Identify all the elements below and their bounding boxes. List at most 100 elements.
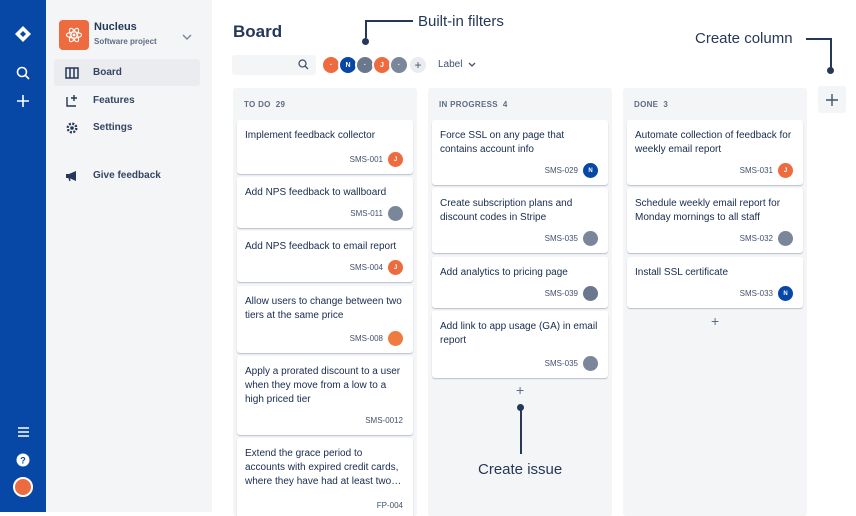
issue-card[interactable]: Extend the grace period to accounts with…: [237, 438, 413, 516]
callout-dot: [362, 38, 369, 45]
callout-line: [520, 409, 522, 454]
issue-key: SMS-032: [739, 234, 773, 243]
callout-create-issue: Create issue: [478, 461, 563, 478]
issue-title: Create subscription plans and discount c…: [440, 198, 573, 223]
page-title: Board: [233, 22, 283, 41]
issue-title: Apply a prorated discount to a user when…: [245, 366, 401, 405]
issue-key: SMS-035: [544, 359, 578, 368]
assignee-avatar[interactable]: [388, 331, 403, 346]
issue-key: SMS-011: [350, 209, 383, 218]
assignee-avatar[interactable]: J: [778, 163, 793, 178]
add-person-button[interactable]: +: [408, 55, 428, 75]
nav-item-settings[interactable]: Settings: [54, 114, 200, 141]
issue-key: SMS-001: [349, 155, 383, 164]
issue-title: Schedule weekly email report for Monday …: [635, 198, 781, 223]
issue-card[interactable]: Apply a prorated discount to a user when…: [237, 356, 413, 435]
project-type: Software project: [94, 37, 157, 46]
create-issue-button[interactable]: +: [516, 382, 524, 398]
issue-title: Add NPS feedback to wallboard: [245, 187, 387, 198]
megaphone-icon: [64, 168, 80, 184]
assignee-avatar[interactable]: N: [778, 286, 793, 301]
issue-card[interactable]: Add NPS feedback to email report SMS-004 J: [237, 231, 413, 282]
profile-avatar[interactable]: [11, 475, 35, 499]
nav-item-give-feedback[interactable]: Give feedback: [54, 162, 200, 189]
search-input[interactable]: [232, 55, 316, 75]
create-column-button[interactable]: [818, 86, 846, 113]
issue-key: SMS-0012: [365, 416, 403, 425]
chevron-down-icon: [468, 62, 476, 67]
assignee-avatar[interactable]: [388, 206, 403, 221]
assignee-avatar[interactable]: J: [388, 152, 403, 167]
issue-key: SMS-004: [349, 263, 383, 272]
issue-title: Add link to app usage (GA) in email repo…: [440, 321, 598, 346]
avatar-filter[interactable]: ·: [389, 55, 409, 75]
issue-card[interactable]: Allow users to change between two tiers …: [237, 286, 413, 353]
project-sidebar: Nucleus Software project Board Features …: [46, 0, 212, 512]
issue-key: SMS-039: [544, 289, 578, 298]
chevron-down-icon[interactable]: [182, 27, 192, 45]
callout-built-in-filters: Built-in filters: [418, 13, 504, 30]
column-header: TO DO 29: [244, 100, 286, 109]
column-done: DONE 3 Automate collection of feedback f…: [623, 88, 807, 516]
nav-label: Settings: [93, 122, 133, 133]
help-icon[interactable]: ?: [11, 448, 35, 472]
column-header: IN PROGRESS 4: [439, 100, 508, 109]
assignee-avatar[interactable]: N: [583, 163, 598, 178]
callout-create-column: Create column: [695, 30, 793, 47]
jira-logo-icon[interactable]: [11, 22, 35, 46]
features-icon: [64, 93, 80, 109]
assignee-avatar[interactable]: [583, 286, 598, 301]
issue-title: Implement feedback collector: [245, 130, 376, 141]
nav-label: Give feedback: [93, 170, 161, 181]
plus-icon: [826, 93, 838, 106]
nav-label: Board: [93, 67, 122, 78]
create-icon[interactable]: [11, 89, 35, 113]
issue-card[interactable]: Schedule weekly email report for Monday …: [627, 188, 803, 253]
callout-line: [365, 20, 413, 22]
issue-title: Automate collection of feedback for week…: [635, 130, 792, 155]
nav-label: Features: [93, 95, 135, 106]
gear-icon: [64, 120, 80, 136]
issue-title: Add analytics to pricing page: [440, 267, 568, 278]
assignee-avatar[interactable]: [778, 231, 793, 246]
search-icon: [298, 59, 309, 70]
label-filter-text: Label: [438, 59, 463, 70]
issue-card[interactable]: Add analytics to pricing page SMS-039: [432, 257, 608, 308]
issue-title: Add NPS feedback to email report: [245, 241, 397, 252]
issue-card[interactable]: Automate collection of feedback for week…: [627, 120, 803, 185]
menu-icon[interactable]: [11, 420, 35, 444]
issue-title: Allow users to change between two tiers …: [245, 296, 402, 321]
search-icon[interactable]: [11, 61, 35, 85]
callout-line: [830, 38, 832, 68]
issue-key: SMS-029: [544, 166, 578, 175]
create-issue-button[interactable]: +: [711, 313, 719, 329]
assignee-avatar[interactable]: [583, 356, 598, 371]
issue-card[interactable]: Add link to app usage (GA) in email repo…: [432, 311, 608, 378]
issue-title: Extend the grace period to accounts with…: [245, 448, 402, 487]
issue-key: SMS-035: [544, 234, 578, 243]
column-header: DONE 3: [634, 100, 669, 109]
issue-card[interactable]: Implement feedback collector SMS-001 J: [237, 120, 413, 174]
board-icon: [64, 65, 80, 81]
issue-card[interactable]: Install SSL certificate SMS-033 N: [627, 257, 803, 308]
nav-item-board[interactable]: Board: [54, 59, 200, 86]
project-logo-icon: [59, 20, 89, 50]
project-name[interactable]: Nucleus: [94, 21, 137, 33]
issue-key: SMS-008: [349, 334, 383, 343]
label-filter[interactable]: Label: [438, 59, 476, 70]
issue-card[interactable]: Create subscription plans and discount c…: [432, 188, 608, 253]
callout-line: [806, 38, 831, 40]
issue-card[interactable]: Add NPS feedback to wallboard SMS-011: [237, 177, 413, 228]
assignee-avatar[interactable]: [583, 231, 598, 246]
issue-title: Install SSL certificate: [635, 267, 729, 278]
board-screen: { "project": {"name": "Nucleus", "type":…: [0, 0, 856, 516]
column-todo: TO DO 29 Implement feedback collector SMS…: [233, 88, 417, 516]
issue-card[interactable]: Force SSL on any page that contains acco…: [432, 120, 608, 185]
nav-item-features[interactable]: Features: [54, 87, 200, 114]
issue-key: SMS-031: [739, 166, 773, 175]
issue-key: SMS-033: [739, 289, 773, 298]
issue-title: Force SSL on any page that contains acco…: [440, 130, 565, 155]
callout-dot: [827, 67, 834, 74]
assignee-avatar[interactable]: J: [388, 260, 403, 275]
issue-key: FP-004: [376, 501, 403, 510]
